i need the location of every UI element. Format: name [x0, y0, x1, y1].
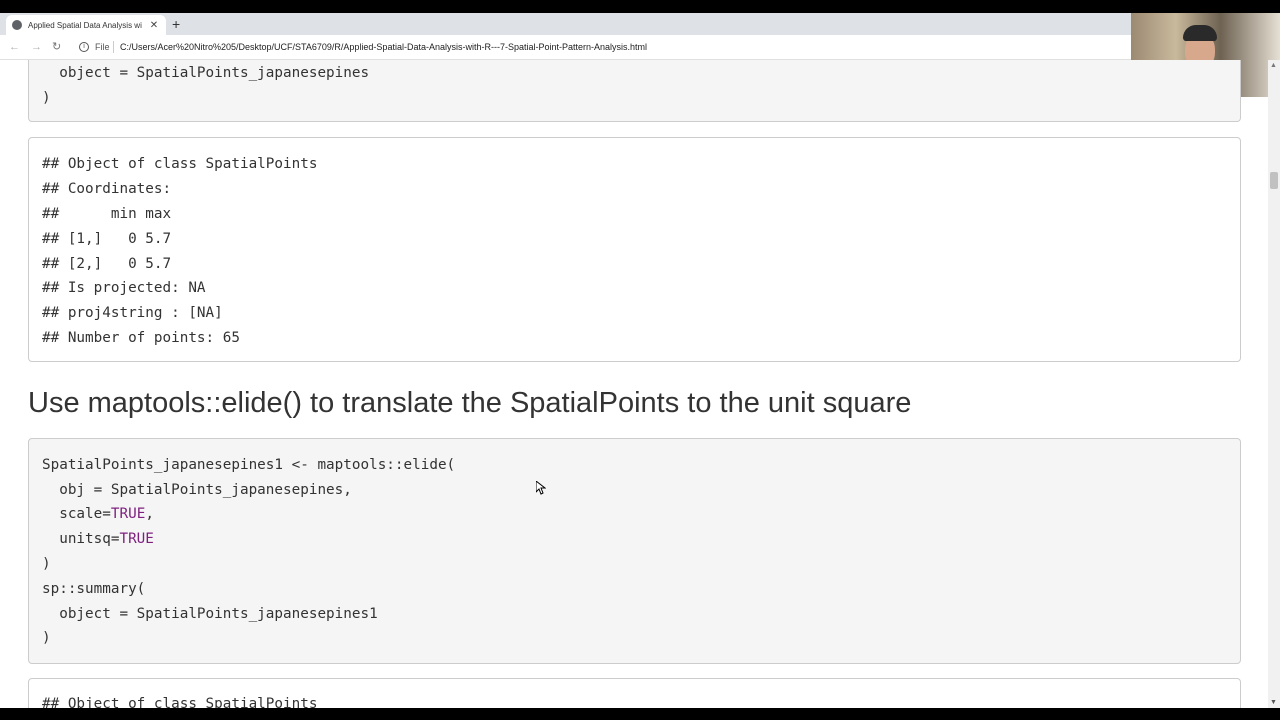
code-line: scale=TRUE, [42, 505, 154, 523]
scroll-down-icon[interactable]: ▼ [1270, 699, 1277, 706]
tab-title: Applied Spatial Data Analysis wi [28, 20, 142, 30]
page-content: object = SpatialPoints_japanesepines ) #… [0, 60, 1268, 708]
window-bottom-bar [0, 708, 1280, 720]
code-line: ) [42, 556, 51, 572]
code-text: unitsq= [42, 531, 120, 547]
section-heading: Use maptools::elide() to translate the S… [28, 387, 912, 419]
code-line: obj = SpatialPoints_japanesepines, [42, 482, 352, 498]
close-tab-icon[interactable]: ✕ [148, 20, 160, 31]
output-block: ## Object of class SpatialPoints [28, 678, 1241, 708]
code-block: SpatialPoints_japanesepines1 <- maptools… [28, 438, 1241, 664]
output-line: ## Coordinates: [42, 181, 172, 197]
output-line: ## Object of class SpatialPoints [42, 696, 318, 708]
browser-tab[interactable]: Applied Spatial Data Analysis wi ✕ [6, 15, 166, 35]
vertical-scrollbar[interactable]: ▲ ▼ [1268, 60, 1280, 708]
code-text: scale= [42, 506, 111, 522]
scroll-thumb[interactable] [1270, 172, 1278, 189]
url-input[interactable]: C:/Users/Acer%20Nitro%205/Desktop/UCF/ST… [120, 42, 647, 52]
scroll-up-icon[interactable]: ▲ [1270, 62, 1277, 69]
window-top-bar [0, 0, 1280, 13]
output-line: ## [2,] 0 5.7 [42, 256, 172, 272]
output-line: ## Object of class SpatialPoints [42, 156, 318, 172]
url-divider [113, 41, 114, 53]
code-line: ) [42, 90, 51, 106]
keyword-true: TRUE [110, 506, 146, 522]
code-line: ) [42, 630, 51, 646]
back-icon[interactable]: ← [9, 40, 20, 54]
forward-icon[interactable]: → [31, 40, 42, 54]
code-line: sp::summary( [42, 581, 146, 597]
file-scheme-label: File [95, 42, 110, 52]
output-block: ## Object of class SpatialPoints ## Coor… [28, 137, 1241, 362]
tab-strip: Applied Spatial Data Analysis wi ✕ + [0, 13, 1280, 35]
keyword-true: TRUE [119, 531, 154, 547]
code-line: SpatialPoints_japanesepines1 <- maptools… [42, 457, 456, 473]
info-icon[interactable]: i [79, 42, 89, 52]
code-block: object = SpatialPoints_japanesepines ) [28, 60, 1241, 122]
code-line: object = SpatialPoints_japanesepines [42, 65, 370, 81]
output-line: ## Number of points: 65 [42, 330, 240, 346]
globe-icon [12, 20, 22, 30]
output-line: ## Is projected: NA [42, 280, 206, 296]
code-line: object = SpatialPoints_japanesepines1 [42, 606, 378, 622]
reload-icon[interactable]: ↻ [52, 40, 61, 54]
output-line: ## [1,] 0 5.7 [42, 231, 172, 247]
output-line: ## proj4string : [NA] [42, 305, 223, 321]
new-tab-button[interactable]: + [172, 15, 180, 33]
address-bar: ← → ↻ i File C:/Users/Acer%20Nitro%205/D… [0, 35, 1280, 60]
code-text: , [145, 506, 154, 522]
code-line: unitsq=TRUE [42, 530, 154, 548]
output-line: ## min max [42, 206, 172, 222]
